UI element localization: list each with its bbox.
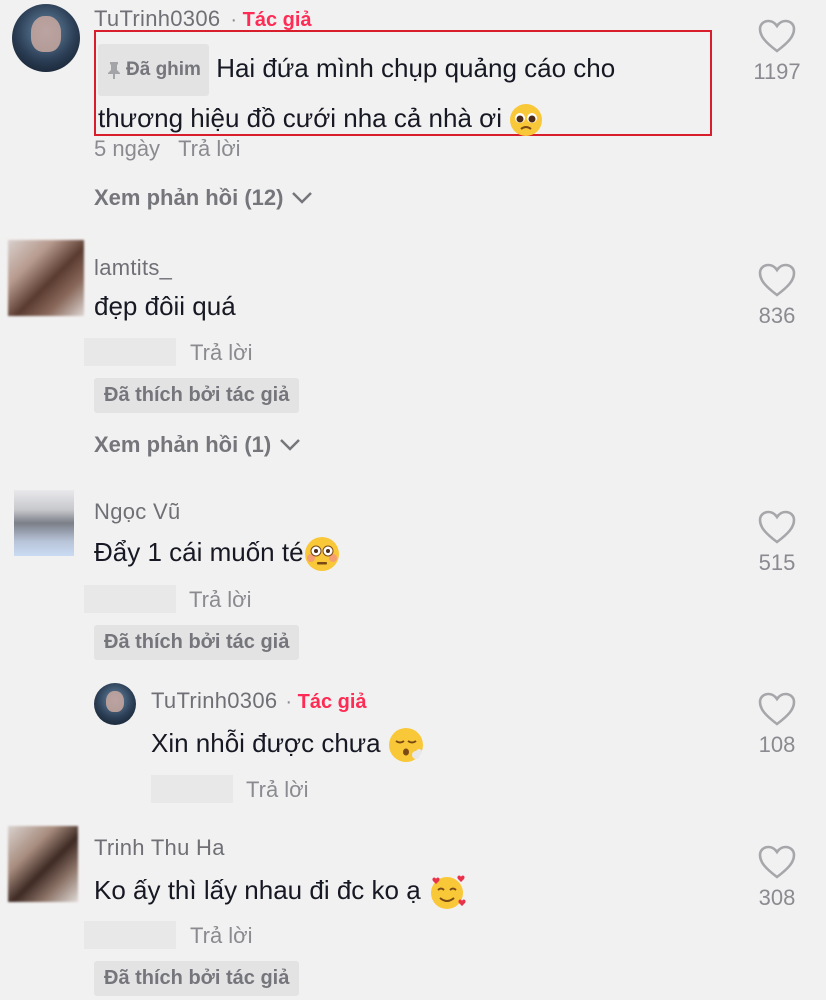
heart-icon [758, 19, 796, 53]
like-button[interactable]: 515 [742, 509, 812, 576]
like-count: 836 [758, 303, 796, 328]
avatar[interactable] [14, 490, 74, 556]
avatar[interactable] [12, 4, 80, 72]
username[interactable]: TuTrinh0306 [151, 688, 277, 714]
author-badge: · Tác giả [285, 691, 367, 713]
author-badge: · Tác giả [230, 9, 312, 31]
pin-icon [108, 62, 120, 79]
reply-button[interactable]: Trả lời [178, 136, 241, 162]
blurred-time [151, 775, 233, 803]
comment-text: đẹp đôii quá [94, 291, 236, 321]
like-button[interactable]: 1197 [742, 18, 812, 85]
username[interactable]: Trinh Thu Ha [94, 835, 225, 861]
username[interactable]: lamtits_ [94, 255, 172, 281]
blurred-time [84, 921, 176, 949]
blurred-time [84, 585, 176, 613]
comment-text: Đẩy 1 cái muốn té [94, 536, 340, 572]
avatar[interactable] [8, 240, 84, 316]
comment-time: 5 ngày [94, 136, 161, 161]
like-count: 308 [758, 885, 796, 910]
comment-text: Đã ghim Hai đứa mình chụp quảng cáo cho … [98, 44, 615, 140]
view-replies-button[interactable]: Xem phản hồi (12) [94, 185, 313, 211]
like-button[interactable]: 836 [742, 262, 812, 329]
smiling-face-with-hearts-emoji [430, 875, 466, 909]
like-button[interactable]: 108 [742, 691, 812, 758]
pleading-face-emoji [510, 104, 543, 137]
chevron-down-icon [292, 192, 313, 204]
username[interactable]: TuTrinh0306 [94, 6, 220, 32]
comment-text: Ko ấy thì lấy nhau đi đc ko ạ [94, 873, 466, 911]
flushed-face-emoji [304, 537, 339, 571]
like-count: 515 [758, 550, 796, 575]
face-exhaling-emoji [388, 728, 423, 762]
chevron-down-icon [280, 439, 301, 451]
liked-by-author-badge: Đã thích bởi tác giả [94, 961, 300, 996]
username[interactable]: Ngọc Vũ [94, 499, 180, 525]
avatar[interactable] [94, 683, 136, 725]
reply-button[interactable]: Trả lời [189, 587, 252, 613]
heart-icon [758, 510, 796, 544]
heart-icon [758, 692, 796, 726]
liked-by-author-badge: Đã thích bởi tác giả [94, 378, 300, 413]
blurred-time [84, 338, 176, 366]
reply-button[interactable]: Trả lời [190, 340, 253, 366]
liked-by-author-badge: Đã thích bởi tác giả [94, 625, 300, 660]
comment-text: Xin nhỗi được chưa [151, 727, 424, 763]
view-replies-button[interactable]: Xem phản hồi (1) [94, 432, 301, 458]
avatar[interactable] [8, 826, 78, 902]
heart-icon [758, 263, 796, 297]
like-button[interactable]: 308 [742, 844, 812, 911]
heart-icon [758, 845, 796, 879]
like-count: 108 [758, 732, 796, 757]
like-count: 1197 [753, 59, 801, 84]
pinned-badge: Đã ghim [98, 44, 209, 96]
reply-button[interactable]: Trả lời [190, 923, 253, 949]
reply-button[interactable]: Trả lời [246, 777, 309, 803]
